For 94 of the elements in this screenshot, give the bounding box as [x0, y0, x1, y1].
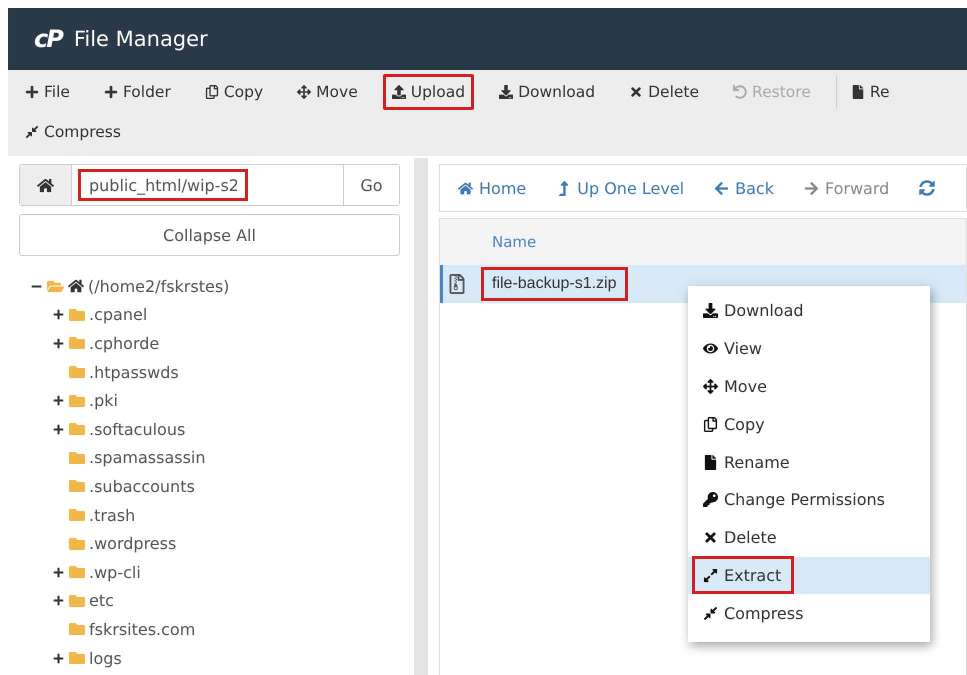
- menu-item[interactable]: Move: [688, 368, 930, 406]
- menu-label: Copy: [692, 405, 778, 444]
- compress-icon: [703, 606, 718, 621]
- folder-icon: [69, 536, 85, 552]
- toolbar-button[interactable]: Folder: [94, 74, 180, 110]
- tree-item[interactable]: .spamassassin: [89, 448, 206, 468]
- left-arrow-icon: [714, 180, 730, 196]
- download-icon: [703, 303, 718, 318]
- nav-button[interactable]: Up One Level: [556, 178, 684, 198]
- plus-icon: [25, 85, 39, 99]
- tree-item[interactable]: .pki: [89, 391, 118, 410]
- move-icon: [297, 85, 312, 99]
- key-icon: [703, 492, 718, 508]
- tree-item[interactable]: .softaculous: [89, 420, 186, 439]
- collapse-all-button[interactable]: Collapse All: [19, 214, 400, 256]
- toolbar-button[interactable]: Download: [490, 74, 604, 110]
- expand-icon[interactable]: [53, 424, 64, 435]
- compress-icon: [25, 125, 39, 139]
- toolbar-button[interactable]: Upload: [382, 74, 474, 110]
- file-name: file-backup-s1.zip: [481, 267, 628, 301]
- menu-label: Rename: [692, 443, 803, 482]
- nav-button[interactable]: Home: [458, 178, 526, 198]
- close-icon: [629, 85, 644, 99]
- close-icon: [703, 530, 718, 546]
- refresh-icon[interactable]: [919, 180, 936, 196]
- expand-icon: [703, 568, 718, 583]
- home-icon: [458, 180, 473, 196]
- upload-icon: [392, 85, 406, 99]
- home-icon: [37, 176, 54, 194]
- tree-item[interactable]: .wp-cli: [89, 562, 141, 582]
- menu-item[interactable]: View: [688, 330, 930, 368]
- folder-icon: [69, 621, 85, 638]
- menu-label: Move: [692, 368, 780, 406]
- toolbar-button[interactable]: Compress: [16, 114, 130, 150]
- menu-item[interactable]: Delete: [688, 518, 930, 557]
- folder-icon: [69, 392, 85, 409]
- eye-icon: [703, 341, 718, 356]
- menu-item[interactable]: Rename: [688, 443, 930, 481]
- folder-icon: [69, 592, 85, 609]
- download-icon: [499, 85, 514, 99]
- toolbar-button[interactable]: Delete: [620, 74, 708, 110]
- home-icon: [68, 278, 84, 294]
- toolbar-button[interactable]: File: [16, 74, 79, 110]
- plus-icon: [104, 85, 118, 99]
- tree-item[interactable]: .subaccounts: [89, 476, 195, 496]
- tree-item[interactable]: logs: [89, 648, 122, 668]
- folder-icon: [69, 507, 85, 524]
- tree-item[interactable]: (/home2/fskrstes): [88, 276, 230, 296]
- home-button[interactable]: [20, 165, 72, 205]
- tree-item[interactable]: .trash: [89, 506, 136, 525]
- tree-item[interactable]: .cphorde: [89, 334, 160, 353]
- zip-file-icon: [447, 274, 467, 294]
- tree-item[interactable]: .cpanel: [89, 305, 148, 324]
- file-icon: [850, 85, 865, 99]
- toolbar-button[interactable]: Re: [836, 74, 898, 110]
- folder-icon: [69, 364, 85, 380]
- menu-label: Delete: [692, 518, 790, 557]
- right-arrow-icon: [804, 180, 819, 196]
- menu-label: Compress: [692, 594, 816, 632]
- expand-icon[interactable]: [53, 566, 64, 578]
- undo-icon: [733, 85, 748, 99]
- scrollbar[interactable]: [414, 158, 428, 675]
- copy-icon: [703, 416, 718, 432]
- go-button[interactable]: Go: [343, 165, 399, 205]
- tree-item[interactable]: .htpasswds: [89, 362, 179, 382]
- logo: cP: [34, 25, 62, 53]
- folder-icon: [69, 650, 85, 666]
- menu-item[interactable]: Compress: [688, 594, 930, 632]
- toolbar-button[interactable]: Move: [288, 74, 367, 110]
- menu-item[interactable]: Copy: [688, 405, 930, 444]
- folder-icon: [69, 421, 85, 438]
- menu-label: Extract: [692, 556, 794, 594]
- copy-icon: [204, 85, 219, 99]
- tree-item[interactable]: etc: [89, 591, 114, 610]
- app-title: File Manager: [74, 27, 208, 51]
- expand-icon[interactable]: [53, 338, 64, 349]
- folder-icon: [69, 478, 85, 494]
- folder-icon: [69, 564, 85, 580]
- expand-icon[interactable]: [53, 395, 64, 406]
- expand-icon[interactable]: [53, 652, 64, 664]
- path-field[interactable]: public_html/wip-s2: [78, 169, 248, 201]
- expand-icon[interactable]: [53, 595, 64, 606]
- file-icon: [703, 454, 718, 470]
- move-icon: [703, 379, 718, 394]
- tree-item[interactable]: fskrsites.com: [89, 620, 196, 639]
- folder-icon: [69, 335, 85, 352]
- tree-item[interactable]: .wordpress: [89, 534, 176, 554]
- menu-label: View: [692, 330, 775, 368]
- toolbar-button[interactable]: Copy: [196, 74, 272, 110]
- menu-item[interactable]: Extract: [688, 556, 930, 594]
- expand-icon[interactable]: [53, 309, 64, 320]
- folder-icon: [69, 450, 85, 466]
- nav-button[interactable]: Back: [714, 178, 774, 198]
- folder-icon: [69, 306, 85, 323]
